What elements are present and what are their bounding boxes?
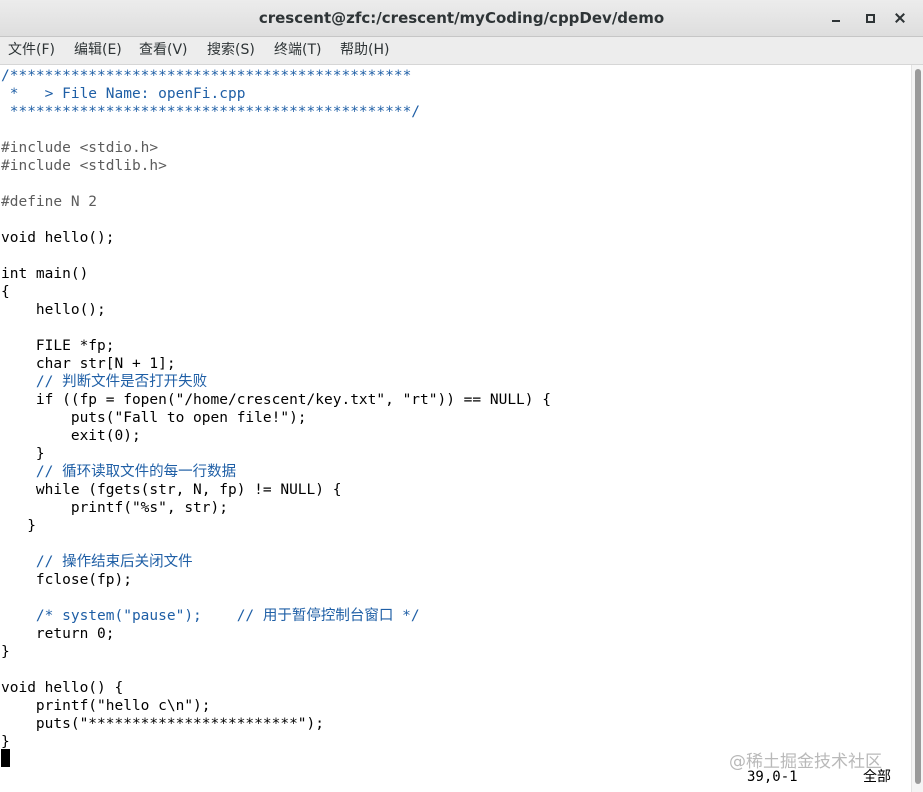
scroll-position: 全部 [863,769,891,785]
code-line: /* system("pause"); // 用于暂停控制台窗口 */ [1,608,420,624]
code-line: fclose(fp); [1,572,132,588]
code-line: puts("************************"); [1,716,325,732]
menu-bar: 文件(F) 编辑(E) 查看(V) 搜索(S) 终端(T) 帮助(H) [0,37,923,65]
code-line: while (fgets(str, N, fp) != NULL) { [1,482,342,498]
code-line: // 操作结束后关闭文件 [1,554,193,570]
code-line: printf("%s", str); [1,500,228,516]
minimize-icon[interactable] [824,6,848,30]
terminal-editor[interactable]: /***************************************… [0,65,910,792]
code-line: /***************************************… [1,68,412,84]
menu-terminal[interactable]: 终端(T) [274,37,321,64]
code-line: exit(0); [1,428,141,444]
code-line: int main() [1,266,89,282]
code-line: #define N 2 [1,194,98,210]
code-line: hello(); [1,302,106,318]
menu-search[interactable]: 搜索(S) [207,37,255,64]
menu-view[interactable]: 查看(V) [139,37,188,64]
code-line: printf("hello c\n"); [1,698,211,714]
code-line: { [1,284,10,300]
code-line: void hello() { [1,680,124,696]
menu-file[interactable]: 文件(F) [8,37,55,64]
text-cursor [1,749,10,767]
code-line: char str[N + 1]; [1,356,176,372]
code-line: void hello(); [1,230,115,246]
code-line: ****************************************… [1,104,421,120]
code-line: * > File Name: openFi.cpp [1,86,246,102]
code-line: #include <stdio.h> [1,140,159,156]
maximize-icon[interactable] [858,6,882,30]
code-line: return 0; [1,626,115,642]
code-line: #include <stdlib.h> [1,158,167,174]
menu-help[interactable]: 帮助(H) [340,37,389,64]
code-line: } [1,644,10,660]
title-bar[interactable]: crescent@zfc:/crescent/myCoding/cppDev/d… [0,0,923,37]
scrollbar-thumb[interactable] [915,69,921,784]
scrollbar[interactable] [911,65,923,792]
code-line: FILE *fp; [1,338,115,354]
window-title: crescent@zfc:/crescent/myCoding/cppDev/d… [258,9,665,27]
code-line: // 循环读取文件的每一行数据 [1,464,237,480]
code-line: // 判断文件是否打开失败 [1,374,208,390]
close-icon[interactable] [888,6,912,30]
code-line: puts("Fall to open file!"); [1,410,307,426]
code-line: } [1,446,45,462]
cursor-position: 39,0-1 [747,769,798,785]
code-line: if ((fp = fopen("/home/crescent/key.txt"… [1,392,551,408]
code-line: } [1,518,36,534]
menu-edit[interactable]: 编辑(E) [74,37,122,64]
